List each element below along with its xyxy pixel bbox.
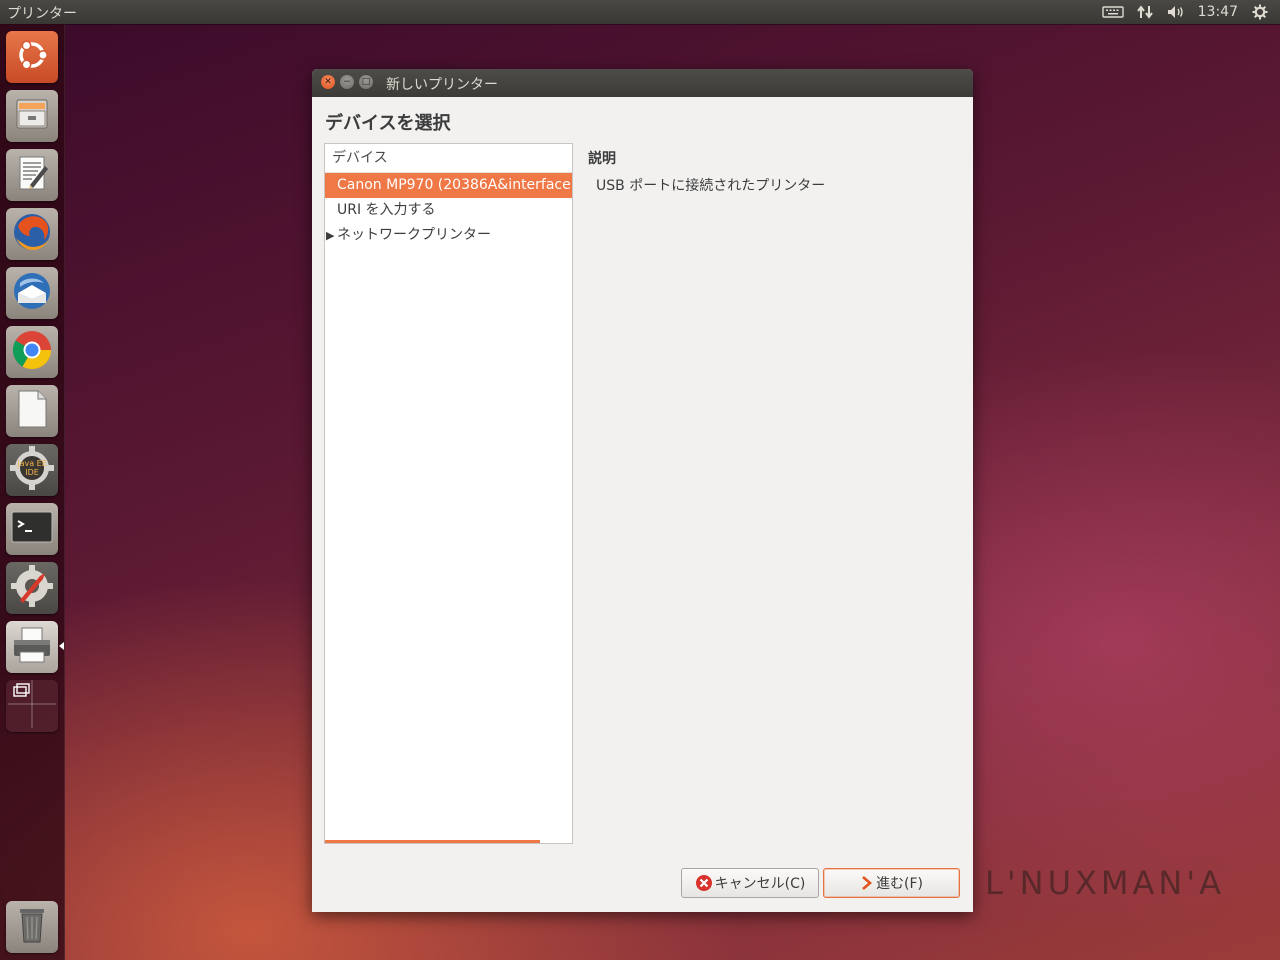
list-item-label: URI を入力する (337, 202, 436, 218)
clock[interactable]: 13:47 (1198, 4, 1238, 20)
network-icon[interactable] (1136, 4, 1154, 20)
text-editor-icon (14, 154, 50, 196)
keyboard-icon[interactable] (1101, 5, 1124, 19)
launcher-chrome[interactable] (6, 326, 58, 378)
file-manager-icon (14, 97, 50, 135)
list-item-label: ネットワークプリンター (337, 227, 491, 243)
active-window-indicator (59, 642, 64, 650)
expander-triangle-icon[interactable]: ▶ (326, 223, 334, 248)
ubuntu-dash-icon (14, 37, 50, 77)
ubuntu-dash-button[interactable] (6, 31, 58, 83)
session-gear-icon[interactable] (1252, 4, 1268, 20)
watermark-logo: L'NUXMAN'A (985, 864, 1226, 902)
launcher-terminal[interactable] (6, 503, 58, 555)
device-column-header[interactable]: デバイス (325, 144, 572, 173)
device-list[interactable]: デバイス Canon MP970 (20386A&interface URI を… (324, 143, 573, 844)
svg-text:Java EE: Java EE (16, 459, 47, 468)
active-app-title: プリンター (7, 6, 77, 22)
maximize-icon[interactable]: □ (359, 75, 373, 89)
chrome-icon (10, 328, 54, 376)
launcher-workspace-switcher[interactable] (6, 680, 58, 732)
java-ee-ide-icon: Java EE IDE (8, 444, 56, 496)
list-item-label: Canon MP970 (20386A&interface (337, 177, 571, 193)
thunderbird-icon (10, 269, 54, 317)
minimize-icon[interactable]: − (340, 75, 354, 89)
description-text: USB ポートに接続されたプリンター (596, 178, 826, 194)
launcher: Java EE IDE (0, 24, 65, 960)
system-settings-icon (8, 562, 56, 614)
launcher-text-editor[interactable] (6, 149, 58, 201)
device-item-canon[interactable]: Canon MP970 (20386A&interface (325, 173, 572, 198)
launcher-libreoffice[interactable] (6, 385, 58, 437)
cancel-button[interactable]: キャンセル(C) (681, 868, 819, 898)
firefox-icon (10, 210, 54, 258)
close-icon[interactable]: ✕ (321, 75, 335, 89)
svg-text:IDE: IDE (25, 468, 39, 477)
terminal-icon (10, 509, 54, 549)
dialog-title: 新しいプリンター (386, 77, 498, 93)
device-item-uri[interactable]: URI を入力する (325, 198, 572, 223)
launcher-thunderbird[interactable] (6, 267, 58, 319)
volume-icon[interactable] (1166, 4, 1186, 20)
trash-icon (14, 905, 50, 949)
chevron-right-icon (860, 875, 874, 891)
description-label: 説明 (588, 151, 616, 167)
cancel-button-label: キャンセル(C) (714, 876, 806, 892)
cancel-icon (695, 874, 713, 892)
top-panel: プリンター 13:47 (0, 0, 1280, 24)
search-progress-bar (325, 840, 540, 843)
workspace-switcher-icon (6, 680, 58, 732)
launcher-java-ee-ide[interactable]: Java EE IDE (6, 444, 58, 496)
indicator-tray: 13:47 (1101, 0, 1280, 24)
page-title: デバイスを選択 (325, 113, 451, 134)
next-button-label: 進む(F) (876, 876, 923, 892)
dialog-titlebar[interactable]: ✕ − □ 新しいプリンター (312, 69, 973, 97)
launcher-files[interactable] (6, 90, 58, 142)
libreoffice-icon (14, 388, 50, 434)
launcher-printers[interactable] (6, 621, 58, 673)
launcher-trash[interactable] (6, 901, 58, 953)
launcher-firefox[interactable] (6, 208, 58, 260)
launcher-system-settings[interactable] (6, 562, 58, 614)
new-printer-dialog: ✕ − □ 新しいプリンター デバイスを選択 デバイス Canon MP970 … (312, 69, 973, 912)
printer-icon (10, 625, 54, 669)
next-button[interactable]: 進む(F) (823, 868, 960, 898)
device-item-network-printer[interactable]: ▶ ネットワークプリンター (325, 223, 572, 248)
